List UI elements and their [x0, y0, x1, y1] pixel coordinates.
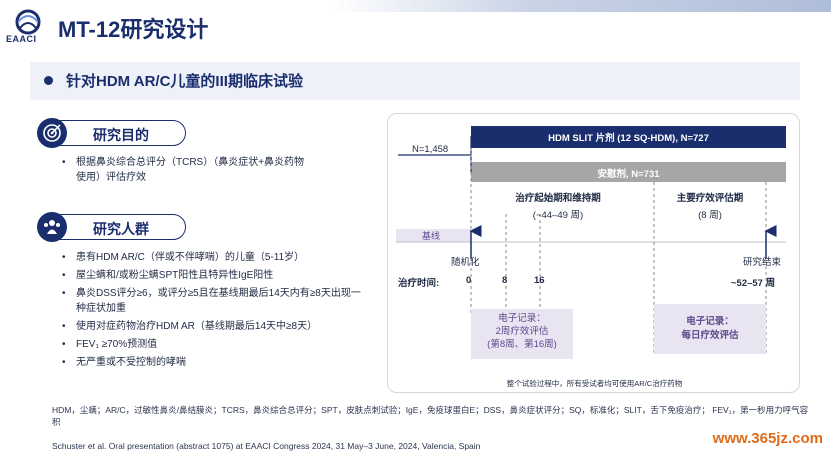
- ediary-2-line-2: 每日疗效评估: [681, 330, 739, 341]
- subtitle-text: 针对HDM AR/C儿童的III期临床试验: [66, 73, 303, 90]
- abbreviations-footnote: HDM，尘螨；AR/C，过敏性鼻炎/鼻结膜炎；TCRS，鼻炎综合总评分；SPT，…: [52, 405, 809, 427]
- target-icon: [37, 118, 67, 148]
- baseline-label: 基线: [422, 231, 441, 241]
- list-item: FEV₁ ≥70%预测值: [62, 337, 362, 352]
- section-objective-title: 研究目的: [93, 127, 149, 143]
- list-item: 使用对症药物治疗HDM AR（基线期最后14天中≥8天）: [62, 319, 362, 334]
- group-icon: [37, 212, 67, 242]
- phase1-duration: (~44–49 周): [532, 210, 584, 221]
- logo-text: EAACI: [6, 34, 37, 44]
- phase2-duration: (8 周): [698, 210, 722, 221]
- phase1-title: 治疗起始期和维持期: [515, 193, 601, 204]
- header-decoration-stripe: [330, 0, 831, 12]
- tick-16: 16: [534, 275, 545, 286]
- randomization-label: 随机化: [451, 257, 480, 268]
- population-bullet-list: 患有HDM AR/C（伴或不伴哮喘）的儿童（5-11岁） 屋尘螨和/或粉尘螨SP…: [62, 250, 362, 373]
- section-population-title: 研究人群: [93, 221, 149, 237]
- ediary-1-line-2: 2周疗效评估: [495, 326, 549, 337]
- ediary-2-line-1: 电子记录：: [686, 316, 734, 327]
- list-item: 无严重或不受控制的哮喘: [62, 355, 362, 370]
- phase2-title: 主要疗效评估期: [676, 193, 744, 204]
- timeline-svg: [396, 126, 786, 359]
- list-item: 患有HDM AR/C（伴或不伴哮喘）的儿童（5-11岁）: [62, 250, 362, 265]
- ediary-box-2-text: 电子记录： 每日疗效评估: [654, 315, 766, 343]
- n-total-label: N=1,458: [412, 144, 449, 155]
- objective-bullet-list: 根据鼻炎综合总评分（TCRS）（鼻炎症状+鼻炎药物使用）评估疗效: [62, 155, 312, 188]
- section-objective-header: 研究目的: [37, 118, 186, 148]
- tick-end: ~52–57 周: [731, 278, 776, 289]
- placebo-arm-label: 安慰剂, N=731: [597, 169, 660, 180]
- page-title: MT-12研究设计: [58, 17, 209, 42]
- active-arm-label: HDM SLIT 片剂 (12 SQ-HDM), N=727: [548, 133, 709, 144]
- diagram-footnote: 整个试验过程中，所有受试者均可使用AR/C治疗药物: [506, 379, 683, 388]
- ediary-1-line-3: (第8周、第16周): [487, 339, 557, 350]
- list-item: 根据鼻炎综合总评分（TCRS）（鼻炎症状+鼻炎药物使用）评估疗效: [62, 155, 312, 185]
- list-item: 鼻炎DSS评分≥6，或评分≥5且在基线期最后14天内有≥8天出现一种症状加重: [62, 286, 362, 316]
- list-item: 屋尘螨和/或粉尘螨SPT阳性且特异性IgE阳性: [62, 268, 362, 283]
- reference-footnote: Schuster et al. Oral presentation (abstr…: [52, 441, 481, 451]
- ediary-box-1-text: 电子记录： 2周疗效评估 (第8周、第16周): [471, 312, 573, 351]
- treatment-time-label: 治疗时间:: [398, 278, 440, 289]
- tick-0: 0: [466, 275, 472, 286]
- ediary-1-line-1: 电子记录：: [498, 313, 546, 324]
- study-end-label: 研究结束: [743, 257, 782, 268]
- section-population-header: 研究人群: [37, 212, 186, 242]
- tick-8: 8: [502, 275, 508, 286]
- subtitle-bullet: [44, 76, 53, 85]
- watermark-text: www.365jz.com: [712, 430, 823, 447]
- study-design-diagram: HDM SLIT 片剂 (12 SQ-HDM), N=727 安慰剂, N=73…: [387, 113, 800, 393]
